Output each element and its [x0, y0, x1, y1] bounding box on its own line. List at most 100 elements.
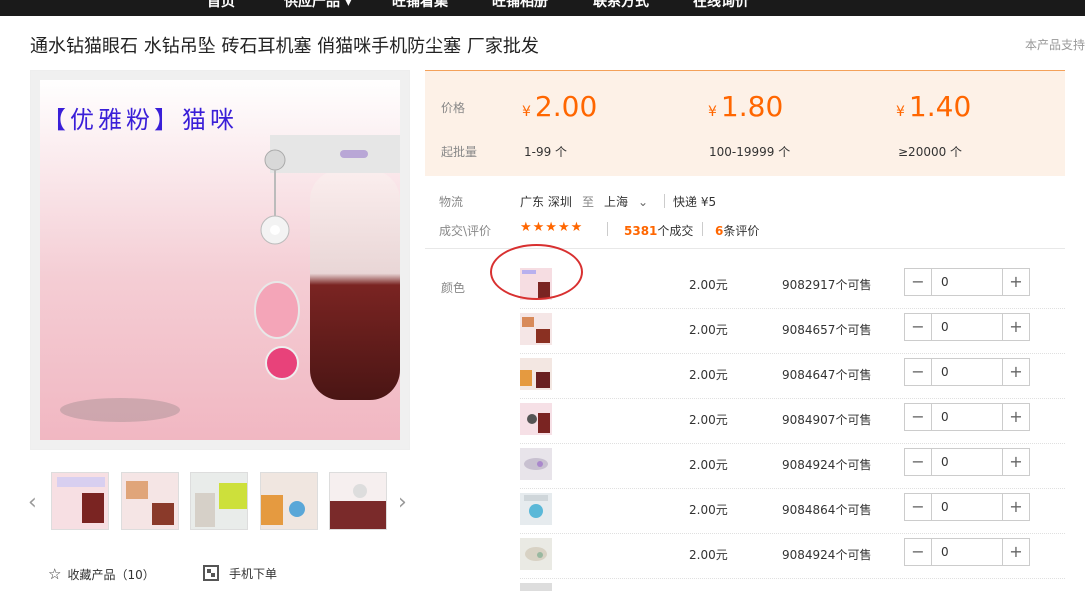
qr-code-icon [203, 565, 219, 581]
minus-icon[interactable]: − [905, 404, 932, 430]
quantity-stepper: − + [904, 493, 1030, 521]
quantity-stepper: − + [904, 538, 1030, 566]
variant-row: 2.00元 9084924个可售 − + [520, 444, 1065, 489]
review-count[interactable]: 6条评价 [715, 222, 759, 239]
variant-price: 2.00元 [689, 503, 728, 517]
variant-thumbnail[interactable] [520, 403, 552, 435]
variant-stock: 9084657个可售 [782, 323, 872, 337]
quantity-stepper: − + [904, 268, 1030, 296]
quantity-stepper: − + [904, 313, 1030, 341]
minus-icon[interactable]: − [905, 494, 932, 520]
favorite-label: 收藏产品（10） [67, 568, 155, 582]
plus-icon[interactable]: + [1002, 269, 1029, 295]
quantity-input[interactable] [933, 449, 1003, 475]
price-tier-3: ¥1.40 [896, 90, 972, 123]
thumbnail[interactable] [329, 472, 387, 530]
variant-stock: 9084864个可售 [782, 503, 872, 517]
thumb-next-icon[interactable]: › [398, 490, 407, 515]
variant-thumbnail[interactable] [520, 583, 552, 591]
variant-stock: 9084647个可售 [782, 368, 872, 382]
nav-products[interactable]: 供应产品 ▾ [284, 0, 352, 10]
quantity-stepper: − + [904, 448, 1030, 476]
price-label: 价格 [441, 101, 466, 115]
minus-icon[interactable]: − [905, 449, 932, 475]
variant-thumbnail[interactable] [520, 538, 552, 570]
variant-thumbnail[interactable] [520, 448, 552, 480]
plus-icon[interactable]: + [1002, 539, 1029, 565]
nav-contact[interactable]: 联系方式 [593, 0, 649, 10]
favorite-product-button[interactable]: ☆ 收藏产品（10） [48, 565, 155, 583]
nav-home[interactable]: 首页 [207, 0, 235, 10]
variant-price: 2.00元 [689, 323, 728, 337]
quantity-input[interactable] [933, 314, 1003, 340]
plus-icon[interactable]: + [1002, 449, 1029, 475]
thumbnail[interactable] [121, 472, 179, 530]
deals-label: 成交\评价 [439, 224, 492, 238]
variant-price: 2.00元 [689, 278, 728, 292]
logistics-to-word: 至 [582, 195, 595, 209]
minus-icon[interactable]: − [905, 539, 932, 565]
star-outline-icon: ☆ [48, 565, 62, 583]
quantity-stepper: − + [904, 358, 1030, 386]
plus-icon[interactable]: + [1002, 359, 1029, 385]
logistics-from: 广东 深圳 [520, 195, 572, 209]
minus-icon[interactable]: − [905, 359, 932, 385]
logistics-label: 物流 [439, 195, 464, 209]
product-title: 通水钻猫眼石 水钻吊坠 砖石耳机塞 俏猫咪手机防尘塞 厂家批发 [30, 36, 539, 57]
variant-stock: 9084907个可售 [782, 413, 872, 427]
quantity-input[interactable] [933, 359, 1003, 385]
deal-count[interactable]: 5381个成交 [624, 222, 693, 239]
variant-stock: 9084924个可售 [782, 548, 872, 562]
quantity-stepper: − + [904, 403, 1030, 431]
variant-thumbnail[interactable] [520, 358, 552, 390]
plus-icon[interactable]: + [1002, 314, 1029, 340]
price-tier-1: ¥2.00 [522, 90, 598, 123]
thumbnail[interactable] [260, 472, 318, 530]
minus-icon[interactable]: − [905, 314, 932, 340]
variant-row: 2.00元 9084657个可售 − + [520, 309, 1065, 354]
destination-select[interactable]: 上海 ⌄ [604, 193, 648, 210]
quantity-input[interactable] [933, 494, 1003, 520]
color-label: 颜色 [441, 281, 466, 295]
thumbnail[interactable] [51, 472, 109, 530]
variant-row: 2.00元 9084647个可售 − + [520, 354, 1065, 399]
mobile-order-label: 手机下单 [229, 567, 278, 581]
quantity-input[interactable] [933, 539, 1003, 565]
quantity-input[interactable] [933, 404, 1003, 430]
plus-icon[interactable]: + [1002, 494, 1029, 520]
thumbnail[interactable] [190, 472, 248, 530]
deals-divider [607, 222, 608, 236]
moq-tier-2: 100-19999 个 [709, 145, 791, 159]
deals-divider [702, 222, 703, 236]
nav-album[interactable]: 旺铺相册 [492, 0, 548, 10]
rating-stars-icon: ★★★★★ [520, 220, 584, 235]
variant-thumbnail[interactable] [520, 493, 552, 525]
top-nav: 首页 供应产品 ▾ 旺铺看集 旺铺相册 联系方式 在线询价 [0, 0, 1085, 16]
thumb-prev-icon[interactable]: ‹ [28, 490, 37, 515]
highlight-circle [490, 244, 583, 300]
variant-price: 2.00元 [689, 458, 728, 472]
moq-label: 起批量 [441, 145, 478, 159]
variant-price: 2.00元 [689, 368, 728, 382]
mobile-order-button[interactable]: 手机下单 [203, 565, 277, 582]
support-text[interactable]: 本产品支持 [1025, 36, 1085, 53]
chevron-down-icon: ⌄ [638, 195, 649, 209]
variant-row: 2.00元 9084864个可售 − + [520, 489, 1065, 534]
nav-inquiry[interactable]: 在线询价 [693, 0, 749, 10]
variant-row: 2.00元 9084924个可售 − + [520, 534, 1065, 579]
variant-price: 2.00元 [689, 548, 728, 562]
variant-stock: 9084924个可售 [782, 458, 872, 472]
moq-tier-3: ≥20000 个 [898, 145, 963, 159]
minus-icon[interactable]: − [905, 269, 932, 295]
moq-tier-1: 1-99 个 [524, 145, 568, 159]
plus-icon[interactable]: + [1002, 404, 1029, 430]
logistics-divider [664, 194, 665, 208]
variant-thumbnail[interactable] [520, 313, 552, 345]
variant-row: 2.00元 9084907个可售 − + [520, 399, 1065, 444]
variant-row: 2.00元 9082917个可售 − + [520, 264, 1065, 309]
variant-price: 2.00元 [689, 413, 728, 427]
quantity-input[interactable] [933, 269, 1003, 295]
nav-shop[interactable]: 旺铺看集 [392, 0, 448, 10]
image-caption: 【优雅粉】猫咪 [42, 106, 238, 134]
variant-stock: 9082917个可售 [782, 278, 872, 292]
